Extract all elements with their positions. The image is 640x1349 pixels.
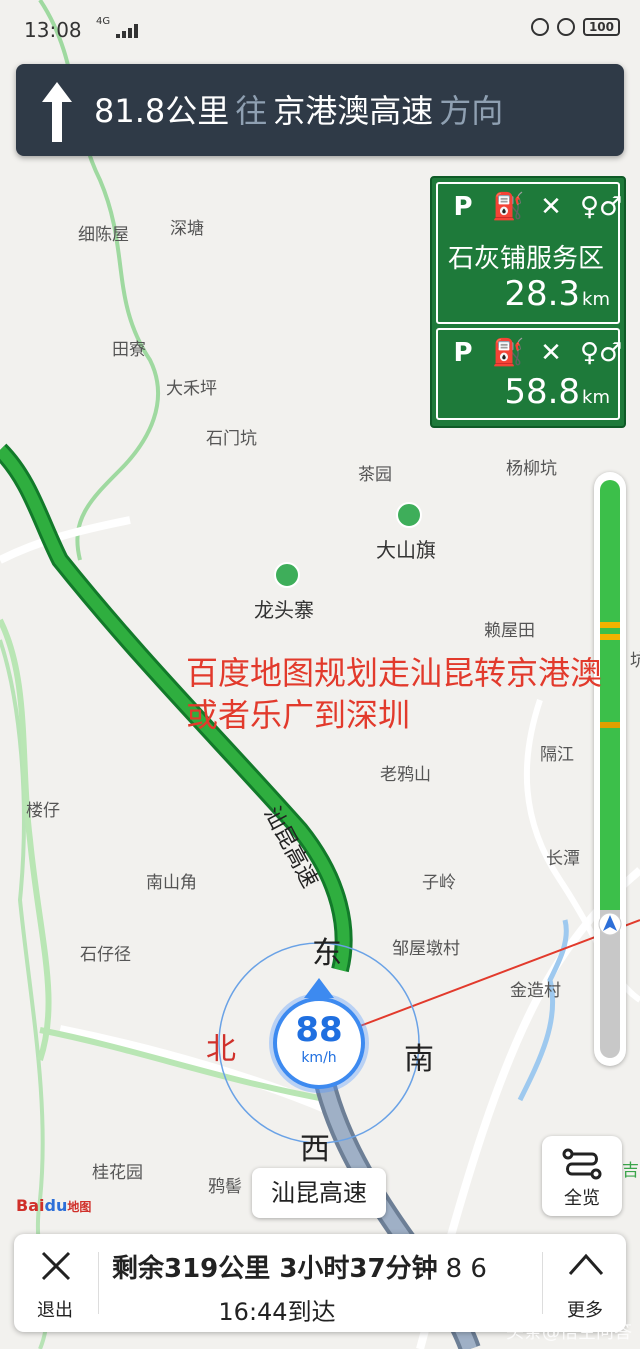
map-label: 杨柳坑 [506, 459, 557, 479]
nav-road: 京港澳高速 [273, 92, 434, 130]
location-icon [556, 18, 575, 36]
parking-icon: P [453, 192, 473, 222]
amenity-icons: P ⛽ ✕ ♀♂ [448, 338, 623, 368]
exit-button[interactable]: 退出 [14, 1234, 96, 1332]
nav-instruction-text: 81.8公里往京港澳高速 方向 [94, 86, 509, 132]
watermark: 头条@悟空问答 [506, 1322, 632, 1343]
map-label: 南山角 [146, 873, 197, 893]
overview-label: 全览 [564, 1188, 600, 1209]
nav-distance: 81.8公里 [94, 92, 230, 130]
parking-icon: P [453, 338, 473, 368]
compass-south: 南 [404, 1042, 434, 1077]
map-label: 赖屋田 [484, 621, 535, 641]
status-time: 13:08 [24, 18, 82, 42]
mountain-poi-icon[interactable] [274, 562, 300, 588]
map-label: 大山旗 [376, 538, 436, 562]
map-label: 长潭 [546, 849, 580, 869]
traffic-lights-count: 8 6 [445, 1254, 487, 1284]
chevron-up-icon [568, 1253, 604, 1275]
service-area-name: 石灰铺服务区 [448, 244, 605, 274]
divider [98, 1252, 99, 1314]
exit-label: 退出 [37, 1300, 73, 1321]
service-area-1[interactable]: P ⛽ ✕ ♀♂ 石灰铺服务区 28.3 km [436, 182, 623, 324]
close-icon [41, 1251, 71, 1281]
fuel-icon: ⛽ [492, 338, 525, 368]
map-label: 金造村 [510, 981, 561, 1001]
speed-value: 88 [295, 1010, 343, 1050]
current-road-label: 汕昆高速 [252, 1168, 386, 1218]
map-label: 吉 [622, 1161, 639, 1181]
map-label: 老鸦山 [380, 765, 431, 785]
map-label: 楼仔 [26, 801, 60, 821]
map-label: 子岭 [422, 873, 456, 893]
route-overview-icon [562, 1148, 602, 1180]
map-label: 细陈屋 [78, 225, 129, 245]
map-label: 田寮 [112, 340, 146, 360]
compass-west: 西 [300, 1132, 330, 1167]
nav-instruction-banner[interactable]: 81.8公里往京港澳高速 方向 [16, 64, 624, 156]
traffic-progress-bar [594, 472, 626, 1066]
annotation-text: 百度地图规划走汕昆转京港澳或者乐广到深圳 [186, 654, 603, 734]
status-bar: 13:08 4G 100 [24, 16, 620, 48]
straight-arrow-icon [42, 82, 72, 142]
service-area-panel[interactable]: P ⛽ ✕ ♀♂ 石灰铺服务区 28.3 km P ⛽ ✕ ♀♂ 58.8 km [430, 176, 626, 428]
restroom-icon: ♀♂ [580, 338, 623, 368]
restaurant-icon: ✕ [540, 338, 562, 368]
mountain-poi-icon[interactable] [396, 502, 422, 528]
restroom-icon: ♀♂ [580, 192, 623, 222]
baidu-map-logo: Baidu地图 [16, 1196, 92, 1215]
nav-prep: 往 [235, 92, 268, 130]
restaurant-icon: ✕ [540, 192, 562, 222]
trip-eta: 16:44到达 [218, 1298, 336, 1326]
signal-icon [116, 24, 140, 38]
fuel-icon: ⛽ [492, 192, 525, 222]
compass-north: 北 [206, 1032, 236, 1067]
lock-rotation-icon [530, 18, 549, 36]
service-area-distance: 58.8 km [504, 372, 610, 412]
trip-remaining: 剩余319公里 3小时37分钟 8 6 [112, 1254, 487, 1284]
amenity-icons: P ⛽ ✕ ♀♂ [448, 192, 623, 222]
compass-east: 东 [312, 936, 342, 971]
map-label: 鸦髻 [208, 1177, 242, 1197]
map-label: 深塘 [170, 219, 204, 239]
speed-unit: km/h [301, 1050, 337, 1066]
network-type: 4G [96, 16, 111, 27]
nav-suffix: 方向 [439, 92, 504, 130]
overview-button[interactable]: 全览 [542, 1136, 622, 1216]
map-label: 大禾坪 [166, 379, 217, 399]
service-area-distance: 28.3 km [504, 274, 610, 314]
service-area-2[interactable]: P ⛽ ✕ ♀♂ 58.8 km [436, 328, 623, 420]
map-label: 坑 [630, 651, 640, 671]
battery-icon: 100 [582, 18, 620, 36]
divider [542, 1252, 543, 1314]
map-label: 茶园 [358, 465, 392, 485]
map-label: 石门坑 [206, 429, 257, 449]
current-position-icon [598, 912, 622, 936]
map-label: 隔江 [540, 745, 574, 765]
map-label: 桂花园 [92, 1163, 143, 1183]
traffic-slow-segment [600, 634, 620, 640]
map-label: 石仔径 [80, 945, 131, 965]
map-label: 龙头寨 [254, 598, 314, 622]
traffic-slow-segment [600, 622, 620, 628]
